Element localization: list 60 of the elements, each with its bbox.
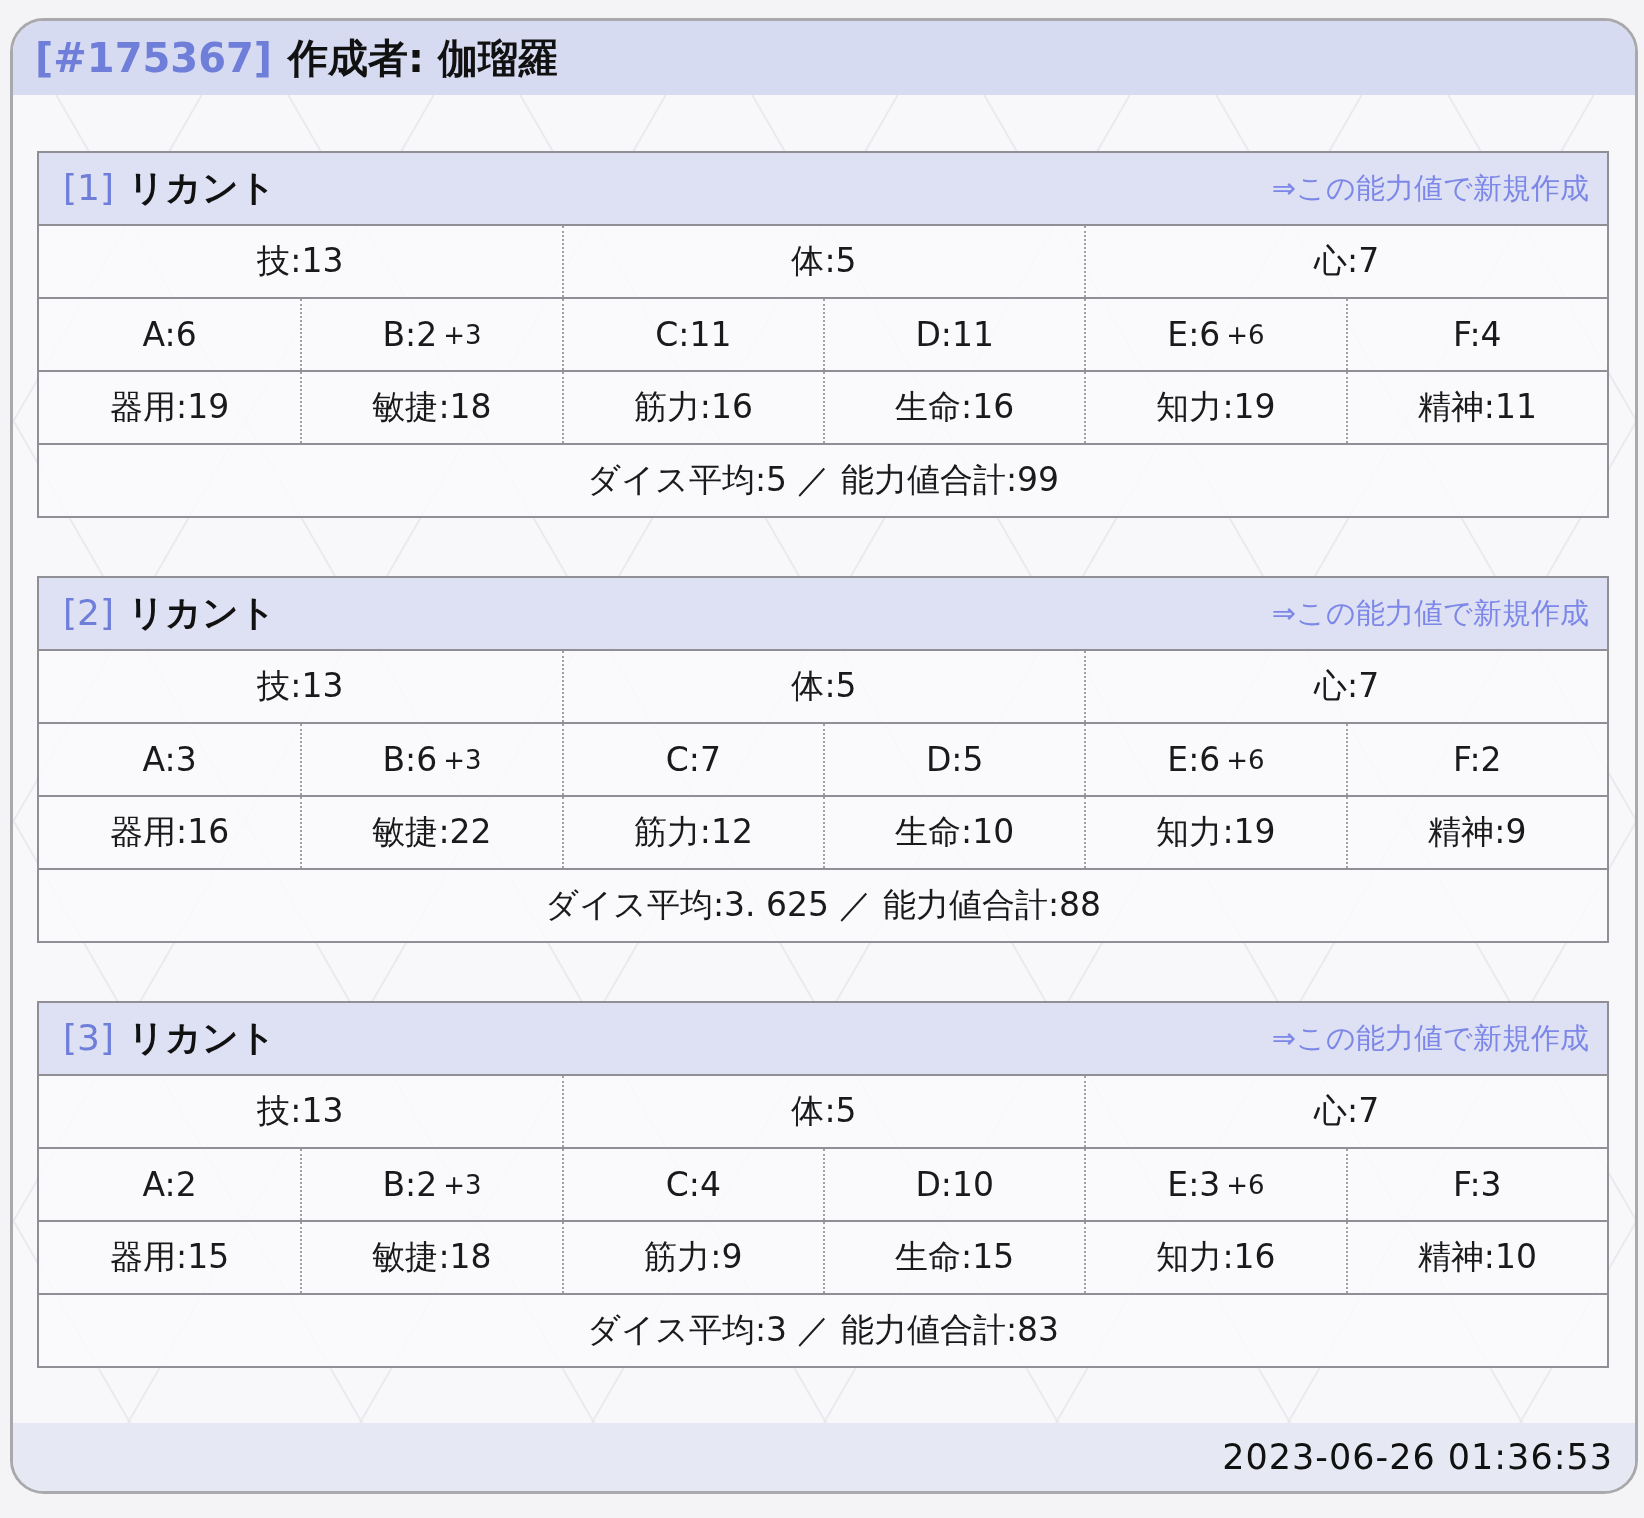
stat-cell: 知力:19 bbox=[1084, 797, 1346, 868]
race-name: リカント bbox=[128, 591, 276, 635]
ability-cell: E:6 +6 bbox=[1084, 299, 1346, 370]
group-cell-text: 技:13 bbox=[256, 665, 345, 707]
create-link[interactable]: ⇒この能力値で新規作成 bbox=[1271, 168, 1589, 209]
stat-cell: 筋力:16 bbox=[561, 372, 823, 443]
stat-cell: 生命:15 bbox=[823, 1222, 1085, 1293]
race-name: リカント bbox=[128, 166, 276, 210]
stat-cell-text: 器用:15 bbox=[109, 1236, 231, 1278]
ability-cell: E:3 +6 bbox=[1084, 1149, 1346, 1220]
ability-cell: D:10 bbox=[823, 1149, 1085, 1220]
ability-cell-text: A:6 bbox=[141, 314, 198, 356]
group-cell: 体:5 bbox=[561, 651, 1085, 722]
timestamp: 2023-06-26 01:36:53 bbox=[1222, 1437, 1613, 1477]
summary-cell-text: ダイス平均:3 ／ 能力値合計:83 bbox=[585, 1309, 1061, 1351]
ability-cell: E:6 +6 bbox=[1084, 724, 1346, 795]
ability-cell: F:4 bbox=[1345, 299, 1607, 370]
stat-cell: 生命:10 bbox=[823, 797, 1085, 868]
group-cell-text: 技:13 bbox=[256, 1090, 345, 1132]
ability-cell: D:5 bbox=[823, 724, 1085, 795]
result-index: [2] bbox=[63, 592, 114, 633]
ability-cell: D:11 bbox=[823, 299, 1085, 370]
group-cell: 心:7 bbox=[1084, 651, 1607, 722]
group-cell: 体:5 bbox=[561, 1076, 1085, 1147]
ability-cell: B:2 +3 bbox=[300, 1149, 562, 1220]
author-name: 作成者: 伽瑠羅 bbox=[288, 33, 558, 83]
stat-cell: 精神:9 bbox=[1345, 797, 1607, 868]
ability-cell: B:2 +3 bbox=[300, 299, 562, 370]
summary-cell-text: ダイス平均:5 ／ 能力値合計:99 bbox=[585, 459, 1061, 501]
result-index: [1] bbox=[63, 167, 114, 208]
stat-cell: 精神:11 bbox=[1345, 372, 1607, 443]
ability-cell-text: A:3 bbox=[141, 739, 198, 781]
stat-cell: 筋力:9 bbox=[561, 1222, 823, 1293]
ability-cell: C:11 bbox=[561, 299, 823, 370]
group-cell: 体:5 bbox=[561, 226, 1085, 297]
stat-cell: 敏捷:18 bbox=[300, 372, 562, 443]
result-index: [3] bbox=[63, 1017, 114, 1058]
create-link[interactable]: ⇒この能力値で新規作成 bbox=[1271, 1018, 1589, 1059]
record-id: [#175367] bbox=[35, 35, 273, 81]
ability-cell: F:2 bbox=[1345, 724, 1607, 795]
ability-cell: B:6 +3 bbox=[300, 724, 562, 795]
stat-cell: 敏捷:22 bbox=[300, 797, 562, 868]
stat-cell: 知力:19 bbox=[1084, 372, 1346, 443]
race-name: リカント bbox=[128, 1016, 276, 1060]
create-link[interactable]: ⇒この能力値で新規作成 bbox=[1271, 593, 1589, 634]
stat-cell: 筋力:12 bbox=[561, 797, 823, 868]
summary-cell-text: ダイス平均:3. 625 ／ 能力値合計:88 bbox=[543, 884, 1103, 926]
group-cell-text: 技:13 bbox=[256, 240, 345, 282]
stat-cell-text: 器用:16 bbox=[109, 811, 231, 853]
ability-cell: C:7 bbox=[561, 724, 823, 795]
ability-cell-text: A:2 bbox=[141, 1164, 198, 1206]
stat-cell: 知力:16 bbox=[1084, 1222, 1346, 1293]
stat-cell: 精神:10 bbox=[1345, 1222, 1607, 1293]
stat-cell-text: 器用:19 bbox=[109, 386, 231, 428]
ability-cell: C:4 bbox=[561, 1149, 823, 1220]
group-cell: 心:7 bbox=[1084, 226, 1607, 297]
group-cell: 心:7 bbox=[1084, 1076, 1607, 1147]
stat-cell: 生命:16 bbox=[823, 372, 1085, 443]
ability-cell: F:3 bbox=[1345, 1149, 1607, 1220]
stat-cell: 敏捷:18 bbox=[300, 1222, 562, 1293]
